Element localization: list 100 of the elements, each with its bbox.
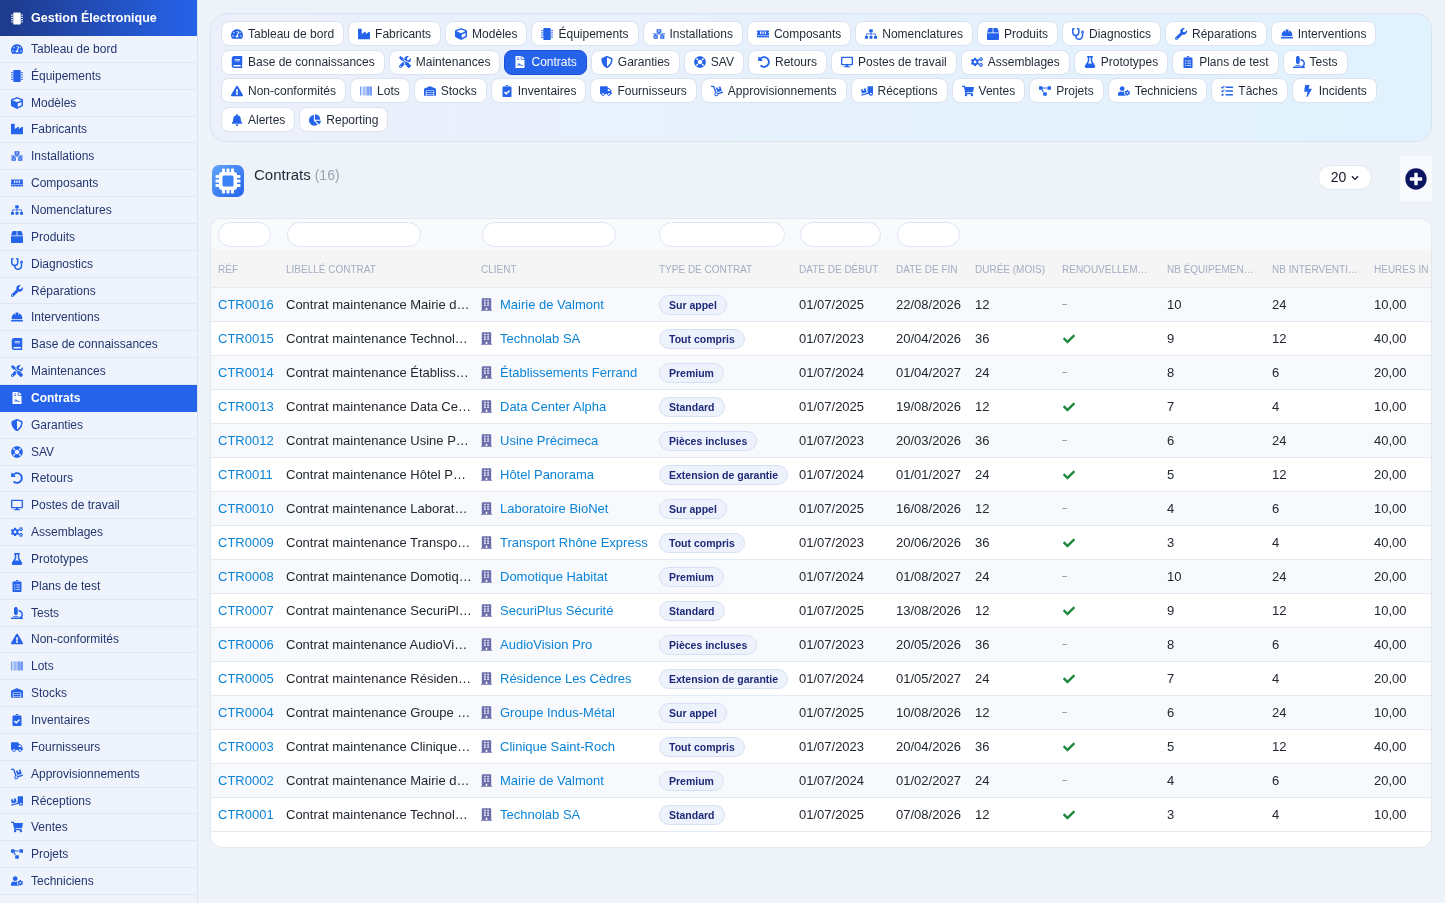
tab[interactable]: Contrats bbox=[504, 49, 587, 75]
tab[interactable]: Fournisseurs bbox=[590, 78, 697, 104]
sidebar-item[interactable]: Installations bbox=[0, 143, 197, 171]
client-link[interactable]: Laboratoire BioNet bbox=[500, 498, 609, 519]
tab[interactable]: Ventes bbox=[951, 78, 1026, 104]
client-link[interactable]: Mairie de Valmont bbox=[500, 770, 604, 791]
client-link[interactable]: Usine Précimeca bbox=[500, 430, 599, 451]
page-size-select[interactable]: 20 bbox=[1318, 165, 1372, 191]
tab[interactable]: Non-conformités bbox=[221, 78, 347, 104]
reference-link[interactable]: CTR0006 bbox=[218, 636, 274, 652]
sidebar-item[interactable]: Projets bbox=[0, 841, 197, 869]
tab[interactable]: SAV bbox=[683, 49, 744, 75]
reference-link[interactable]: CTR0008 bbox=[218, 568, 274, 584]
tab[interactable]: Équipements bbox=[531, 21, 639, 46]
client-link[interactable]: Transport Rhône Express bbox=[500, 532, 648, 553]
tab[interactable]: Nomenclatures bbox=[855, 21, 973, 46]
sidebar-item[interactable]: Approvisionnements bbox=[0, 760, 197, 788]
tab[interactable]: Garanties bbox=[590, 49, 680, 75]
tab[interactable]: Base de connaissances bbox=[221, 49, 385, 75]
reference-link[interactable]: CTR0011 bbox=[218, 466, 273, 482]
tab[interactable]: Modèles bbox=[445, 21, 528, 46]
sidebar-item[interactable]: Tableau de bord bbox=[0, 36, 197, 63]
sidebar-item[interactable]: Postes de travail bbox=[0, 492, 197, 520]
tab[interactable]: Réceptions bbox=[850, 78, 948, 104]
reference-link[interactable]: CTR0005 bbox=[218, 670, 274, 686]
tab[interactable]: Stocks bbox=[413, 78, 487, 104]
tab[interactable]: Retours bbox=[748, 49, 827, 75]
sidebar-item[interactable]: Réceptions bbox=[0, 787, 197, 815]
reference-link[interactable]: CTR0001 bbox=[218, 806, 274, 822]
tab[interactable]: Produits bbox=[976, 21, 1058, 46]
sidebar-item[interactable]: Assemblages bbox=[0, 519, 197, 547]
client-link[interactable]: Clinique Saint-Roch bbox=[500, 736, 615, 757]
sidebar-item[interactable]: Stocks bbox=[0, 680, 197, 708]
tab[interactable]: Tableau de bord bbox=[221, 21, 345, 46]
tab[interactable]: Alertes bbox=[221, 107, 296, 133]
reference-link[interactable]: CTR0009 bbox=[218, 534, 274, 550]
tab[interactable]: Composants bbox=[746, 21, 852, 46]
tab[interactable]: Inventaires bbox=[490, 78, 587, 104]
sidebar-item[interactable]: Prototypes bbox=[0, 546, 197, 573]
client-link[interactable]: Établissements Ferrand bbox=[500, 362, 638, 383]
reference-link[interactable]: CTR0007 bbox=[218, 602, 274, 618]
sidebar-item[interactable]: Fournisseurs bbox=[0, 733, 197, 761]
sidebar-item[interactable]: Composants bbox=[0, 170, 197, 198]
reference-link[interactable]: CTR0014 bbox=[218, 364, 274, 380]
client-link[interactable]: AudioVision Pro bbox=[500, 634, 593, 655]
filter-field[interactable] bbox=[482, 221, 616, 247]
tab[interactable]: Incidents bbox=[1291, 78, 1377, 104]
client-link[interactable]: Groupe Indus-Métal bbox=[500, 702, 615, 723]
sidebar-item[interactable]: Contrats bbox=[0, 384, 197, 412]
filter-field[interactable] bbox=[659, 221, 785, 247]
add-button[interactable] bbox=[1400, 156, 1432, 202]
filter-field[interactable] bbox=[287, 221, 421, 247]
tab[interactable]: Installations bbox=[642, 21, 743, 46]
sidebar-item[interactable]: Garanties bbox=[0, 411, 197, 439]
client-link[interactable]: SecuriPlus Sécurité bbox=[500, 600, 614, 621]
sidebar-item[interactable]: Tests bbox=[0, 599, 197, 627]
sidebar-item[interactable]: Non-conformités bbox=[0, 626, 197, 654]
reference-link[interactable]: CTR0015 bbox=[218, 330, 274, 346]
tab[interactable]: Tâches bbox=[1211, 78, 1288, 104]
client-link[interactable]: Technolab SA bbox=[500, 328, 581, 349]
client-link[interactable]: Technolab SA bbox=[500, 804, 581, 825]
reference-link[interactable]: CTR0010 bbox=[218, 500, 274, 516]
sidebar-item[interactable]: Plans de test bbox=[0, 572, 197, 600]
reference-link[interactable]: CTR0013 bbox=[218, 398, 274, 414]
sidebar-item[interactable]: SAV bbox=[0, 438, 197, 466]
sidebar-item[interactable]: Maintenances bbox=[0, 358, 197, 385]
sidebar-item[interactable]: Réparations bbox=[0, 277, 197, 305]
sidebar-item[interactable]: Techniciens bbox=[0, 868, 197, 895]
filter-field[interactable] bbox=[897, 221, 960, 247]
tab[interactable]: Techniciens bbox=[1107, 78, 1208, 104]
reference-link[interactable]: CTR0016 bbox=[218, 296, 274, 312]
reference-link[interactable]: CTR0003 bbox=[218, 738, 274, 754]
client-link[interactable]: Data Center Alpha bbox=[500, 396, 607, 417]
tab[interactable]: Fabricants bbox=[348, 21, 442, 46]
sidebar-item[interactable]: Équipements bbox=[0, 62, 197, 90]
sidebar-item[interactable]: Base de connaissances bbox=[0, 331, 197, 359]
tab[interactable]: Réparations bbox=[1165, 21, 1267, 46]
tab[interactable]: Approvisionnements bbox=[700, 78, 847, 104]
sidebar-item[interactable]: Diagnostics bbox=[0, 250, 197, 278]
filter-field[interactable] bbox=[218, 221, 271, 247]
reference-link[interactable]: CTR0004 bbox=[218, 704, 274, 720]
tab[interactable]: Interventions bbox=[1270, 21, 1377, 46]
reference-link[interactable]: CTR0002 bbox=[218, 772, 274, 788]
tab[interactable]: Reporting bbox=[299, 107, 389, 133]
sidebar-item[interactable]: Nomenclatures bbox=[0, 197, 197, 224]
tab[interactable]: Plans de test bbox=[1172, 49, 1279, 75]
sidebar-item[interactable]: Fabricants bbox=[0, 116, 197, 144]
client-link[interactable]: Hôtel Panorama bbox=[500, 464, 594, 485]
filter-field[interactable] bbox=[800, 221, 881, 247]
sidebar-item[interactable]: Lots bbox=[0, 653, 197, 681]
tab[interactable]: Postes de travail bbox=[831, 49, 957, 75]
reference-link[interactable]: CTR0012 bbox=[218, 432, 274, 448]
tab[interactable]: Prototypes bbox=[1073, 49, 1169, 75]
tab[interactable]: Tests bbox=[1282, 49, 1348, 75]
sidebar-item[interactable]: Ventes bbox=[0, 814, 197, 842]
tab[interactable]: Assemblages bbox=[960, 49, 1070, 75]
client-link[interactable]: Domotique Habitat bbox=[500, 566, 608, 587]
sidebar-item[interactable]: Modèles bbox=[0, 89, 197, 117]
client-link[interactable]: Résidence Les Cèdres bbox=[500, 668, 632, 689]
tab[interactable]: Maintenances bbox=[388, 49, 501, 75]
